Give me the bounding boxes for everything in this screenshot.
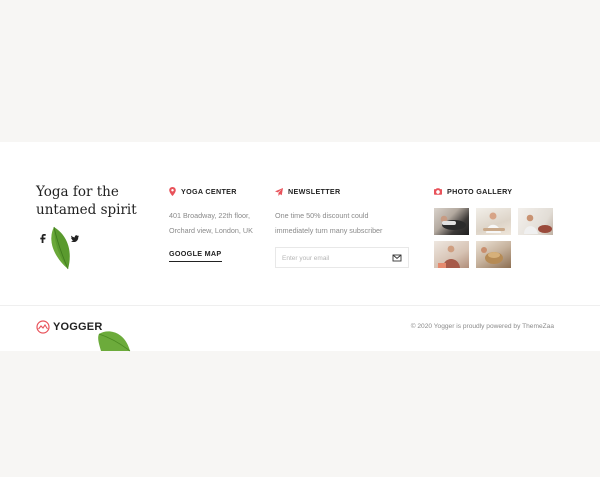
address-line-1: 401 Broadway, 22th floor, (169, 211, 250, 220)
newsletter-title: NEWSLETTER (288, 187, 341, 196)
map-pin-icon (169, 187, 176, 196)
gallery-photo-1[interactable] (434, 208, 469, 235)
top-background (0, 0, 600, 142)
photo-gallery (434, 208, 558, 268)
gallery-photo-3[interactable] (518, 208, 553, 235)
footer-divider (0, 305, 600, 306)
google-map-link[interactable]: GOOGLE MAP (169, 249, 222, 262)
address: 401 Broadway, 22th floor, Orchard view, … (169, 208, 269, 238)
logo-text: YOGGER (53, 321, 103, 333)
photo-gallery-title: PHOTO GALLERY (447, 187, 513, 196)
yoga-center-title: YOGA CENTER (181, 187, 237, 196)
gallery-photo-2[interactable] (476, 208, 511, 235)
camera-icon (434, 188, 442, 195)
newsletter-heading: NEWSLETTER (275, 187, 341, 196)
decorative-leaf-bottom (98, 331, 131, 352)
email-input[interactable] (282, 252, 377, 264)
paper-plane-icon (275, 187, 283, 196)
yoga-center-heading: YOGA CENTER (169, 187, 237, 196)
copyright-text: © 2020 Yogger is proudly powered by Them… (410, 323, 554, 330)
brand-logo[interactable]: YOGGER (36, 320, 103, 334)
footer-tagline: Yoga for the untamed spirit (36, 184, 137, 218)
yogger-logo-icon (36, 320, 50, 334)
address-line-2: Orchard view, London, UK (169, 226, 253, 235)
gallery-photo-5[interactable] (476, 241, 511, 268)
envelope-icon[interactable] (392, 253, 402, 263)
newsletter-description: One time 50% discount could immediately … (275, 211, 383, 235)
decorative-leaf (51, 226, 70, 270)
facebook-icon[interactable] (38, 233, 48, 243)
gallery-photo-4[interactable] (434, 241, 469, 268)
bottom-background (0, 351, 600, 477)
photo-gallery-heading: PHOTO GALLERY (434, 187, 512, 196)
newsletter-form (275, 247, 409, 268)
